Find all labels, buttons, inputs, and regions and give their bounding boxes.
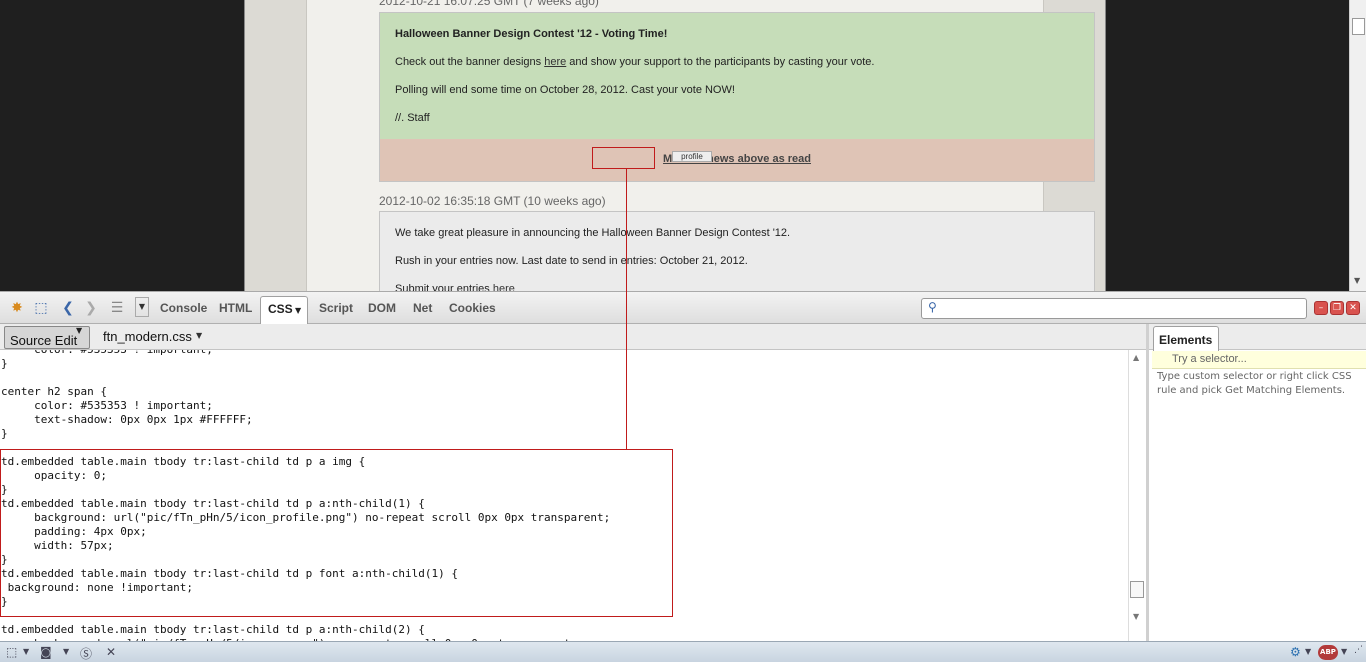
tab-elements[interactable]: Elements [1153, 326, 1219, 351]
tab-net[interactable]: Net [413, 301, 432, 315]
inspect-connector-line [626, 169, 627, 450]
chevron-down-icon[interactable]: ▼ [63, 647, 69, 656]
scrollbar-thumb[interactable] [1130, 581, 1144, 598]
forward-icon[interactable]: ❯ [82, 300, 100, 316]
firefox-window: 2012-10-21 16:07:25 GMT (7 weeks ago) Ha… [0, 0, 1366, 662]
css-file-selector[interactable]: ftn_modern.css [103, 329, 192, 344]
news-date: 2012-10-21 16:07:25 GMT (7 weeks ago) [379, 0, 599, 8]
firebug-icon[interactable]: ✸ [8, 300, 26, 316]
back-icon[interactable]: ❮ [59, 300, 77, 316]
adblock-icon[interactable]: ABP [1318, 645, 1338, 660]
news-body-line: Submit your entries here [395, 283, 515, 291]
tab-dom[interactable]: DOM [368, 301, 396, 315]
chevron-down-icon[interactable]: ▼ [196, 331, 202, 340]
matched-rule-highlight-box [0, 449, 673, 617]
code-line[interactable]: td.embedded table.main tbody tr:last-chi… [1, 623, 425, 636]
news-column: 2012-10-21 16:07:25 GMT (7 weeks ago) Ha… [306, 0, 1095, 291]
news-text: Submit your entries [395, 283, 493, 291]
tab-css-label: CSS [268, 302, 293, 316]
news-date: 2012-10-02 16:35:18 GMT (10 weeks ago) [379, 194, 606, 208]
code-line[interactable]: color: #535353 ! important; [1, 350, 213, 356]
side-tabbar: Elements [1149, 324, 1366, 351]
news-text: Check out the banner designs [395, 56, 545, 68]
tab-html[interactable]: HTML [219, 301, 252, 315]
search-icon: ⚲ [928, 300, 937, 314]
inspect-highlight-box [592, 147, 655, 169]
minimize-icon[interactable]: – [1314, 301, 1328, 315]
news-body-line: Rush in your entries now. Last date to s… [395, 255, 748, 267]
chevron-down-icon[interactable]: ▼ [76, 326, 82, 335]
chevron-down-icon[interactable]: ▼ [1341, 647, 1347, 656]
code-scrollbar[interactable]: ▲ ▼ [1128, 350, 1146, 641]
page-scrollbar[interactable]: ▼ [1349, 0, 1366, 291]
news-text: and show your support to the participant… [566, 56, 875, 68]
close-icon[interactable]: ✕ [1346, 301, 1360, 315]
code-line[interactable]: } [1, 427, 8, 440]
mark-read-bar: Mark all news above as read profile [379, 139, 1095, 182]
tab-console[interactable]: Console [160, 301, 207, 315]
news-body-line: We take great pleasure in announcing the… [395, 227, 791, 239]
banner-designs-link[interactable]: here [544, 56, 566, 68]
firebug-toolbar: ✸ ⬚ ❮ ❯ ☰ ▼ Console HTML CSS ▼ Script DO… [0, 291, 1366, 325]
inspect-icon[interactable]: ⬚ [6, 645, 17, 659]
selector-help-text: Type custom selector or right click CSS … [1157, 371, 1352, 396]
tab-script[interactable]: Script [319, 301, 353, 315]
mark-all-read-link[interactable]: Mark all news above as read [380, 153, 1094, 165]
chevron-down-icon[interactable]: ▼ [1305, 647, 1311, 656]
tab-cookies[interactable]: Cookies [449, 301, 496, 315]
chevron-down-icon[interactable]: ▼ [23, 647, 29, 656]
scroll-up-arrow-icon[interactable]: ▲ [1133, 353, 1139, 362]
page-content: 2012-10-21 16:07:25 GMT (7 weeks ago) Ha… [244, 0, 1106, 291]
close-icon[interactable]: ✕ [106, 645, 116, 659]
tab-css[interactable]: CSS ▼ [260, 296, 308, 325]
submit-entries-link[interactable]: here [493, 283, 515, 291]
skype-icon[interactable]: Ⓢ [80, 645, 92, 662]
inspect-icon[interactable]: ⬚ [32, 300, 50, 316]
gear-icon[interactable]: ⚙ [1290, 645, 1301, 659]
scrollbar-thumb[interactable] [1352, 18, 1365, 35]
news-title: Halloween Banner Design Contest '12 - Vo… [395, 28, 668, 40]
webpage-viewport: 2012-10-21 16:07:25 GMT (7 weeks ago) Ha… [0, 0, 1366, 291]
status-bar: ⬚ ▼ ◙ ▼ Ⓢ ✕ ⚙ ▼ ABP ▼ ⋰ [0, 641, 1366, 662]
list-icon[interactable]: ☰ [108, 300, 126, 316]
resize-grip-icon[interactable]: ⋰ [1354, 645, 1363, 655]
code-line[interactable]: } [1, 357, 8, 370]
news-item: We take great pleasure in announcing the… [379, 211, 1095, 291]
news-signature: //. Staff [395, 112, 430, 124]
code-line[interactable]: center h2 span { [1, 385, 107, 398]
code-line[interactable]: color: #535353 ! important; [1, 399, 213, 412]
css-source-editor[interactable]: color: #535353 ! important;} center h2 sp… [0, 350, 1128, 641]
css-source-bar: Source Edit ▼ ftn_modern.css ▼ [0, 324, 1146, 350]
chevron-down-icon[interactable]: ▼ [135, 297, 149, 317]
search-input[interactable]: ⚲ [921, 298, 1307, 319]
detach-icon[interactable]: ❐ [1330, 301, 1344, 315]
scroll-down-arrow-icon[interactable]: ▼ [1133, 612, 1139, 621]
selector-input[interactable]: Try a selector... [1152, 351, 1366, 369]
news-item: Halloween Banner Design Contest '12 - Vo… [379, 12, 1095, 140]
side-panel: Elements Try a selector... Type custom s… [1146, 324, 1366, 641]
chevron-down-icon[interactable]: ▼ [295, 306, 301, 315]
profile-button[interactable]: profile [672, 151, 712, 162]
source-edit-label: Source Edit [10, 333, 78, 348]
news-body-line: Check out the banner designs here and sh… [395, 56, 874, 68]
camera-icon[interactable]: ◙ [40, 645, 52, 659]
code-line[interactable]: text-shadow: 0px 0px 1px #FFFFFF; [1, 413, 253, 426]
scroll-down-arrow-icon[interactable]: ▼ [1354, 276, 1360, 285]
news-body-line: Polling will end some time on October 28… [395, 84, 735, 96]
